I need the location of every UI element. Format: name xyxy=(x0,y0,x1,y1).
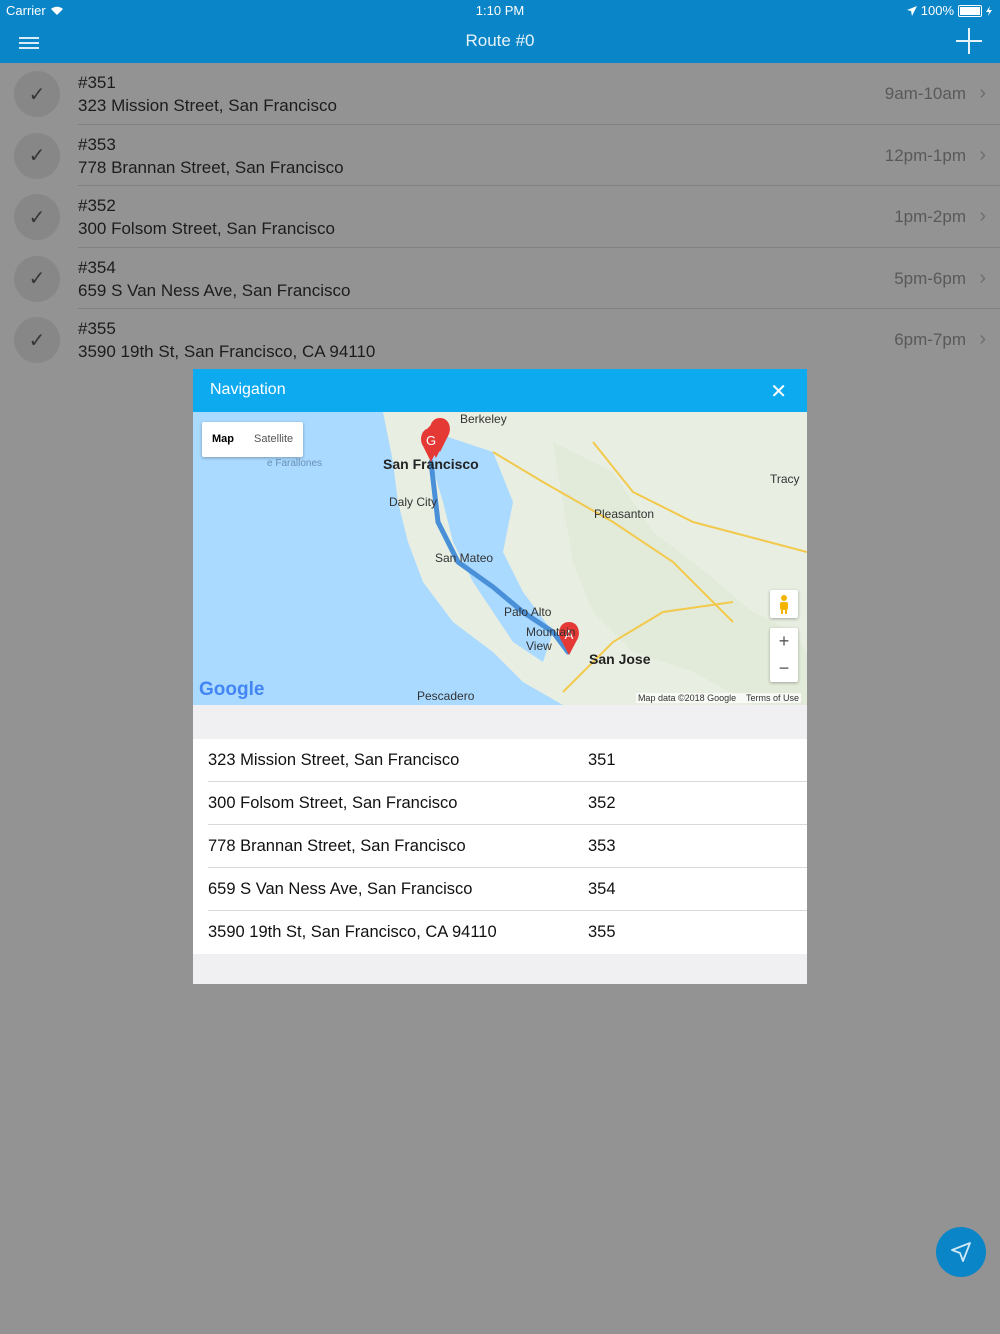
navigation-modal: Navigation ✕ A G Berkeley San Francisco xyxy=(193,369,807,984)
table-address: 778 Brannan Street, San Francisco xyxy=(208,837,466,855)
map-label-mountain-view: Mountain View xyxy=(526,625,576,653)
map-label-farallones: e Farallones xyxy=(267,458,323,469)
battery-percent: 100% xyxy=(920,3,954,18)
table-row[interactable]: 323 Mission Street, San Francisco 351 xyxy=(193,739,807,782)
map-label-daly-city: Daly City xyxy=(389,495,438,509)
nav-bar: Route #0 xyxy=(0,20,1000,63)
google-logo-text: Google xyxy=(199,679,265,700)
map-attribution: Map data ©2018 Google Terms of Use xyxy=(635,693,801,703)
location-arrow-icon xyxy=(906,5,917,16)
zoom-controls: + − xyxy=(770,628,798,682)
map-label-pescadero: Pescadero xyxy=(417,689,475,703)
modal-title: Navigation xyxy=(210,381,286,398)
attribution-text: Map data ©2018 Google xyxy=(637,693,737,703)
table-stop-id: 352 xyxy=(588,794,616,812)
table-stop-id: 355 xyxy=(588,923,616,941)
battery-icon xyxy=(958,4,982,17)
map-label-palo-alto: Palo Alto xyxy=(504,605,552,619)
route-map[interactable]: A G Berkeley San Francisco e Farallones … xyxy=(193,412,807,705)
table-stop-id: 354 xyxy=(588,880,616,898)
table-address: 3590 19th St, San Francisco, CA 94110 xyxy=(208,923,497,941)
stop-table: 323 Mission Street, San Francisco 351 30… xyxy=(193,739,807,954)
map-label-san-jose: San Jose xyxy=(589,651,651,667)
map-toggle-satellite[interactable]: Satellite xyxy=(244,422,303,457)
terms-of-use-link[interactable]: Terms of Use xyxy=(746,693,799,703)
navigation-arrow-icon xyxy=(951,1242,971,1262)
zoom-in-button[interactable]: + xyxy=(770,628,798,655)
table-address: 659 S Van Ness Ave, San Francisco xyxy=(208,880,473,898)
table-address: 323 Mission Street, San Francisco xyxy=(208,751,460,769)
table-row[interactable]: 300 Folsom Street, San Francisco 352 xyxy=(193,782,807,825)
street-view-pegman-icon[interactable] xyxy=(770,590,798,618)
map-type-toggle: Map Satellite xyxy=(202,422,304,457)
table-row[interactable]: 778 Brannan Street, San Francisco 353 xyxy=(193,825,807,868)
status-time: 1:10 PM xyxy=(475,3,525,18)
page-title: Route #0 xyxy=(465,31,535,50)
map-label-san-francisco: San Francisco xyxy=(383,456,479,472)
map-label-pleasanton: Pleasanton xyxy=(594,507,655,521)
map-label-berkeley: Berkeley xyxy=(460,412,507,426)
table-stop-id: 351 xyxy=(588,751,616,769)
navigate-fab-button[interactable] xyxy=(936,1227,986,1277)
table-row[interactable]: 3590 19th St, San Francisco, CA 94110 35… xyxy=(193,911,807,954)
map-label-tracy: Tracy xyxy=(770,472,800,486)
table-row[interactable]: 659 S Van Ness Ave, San Francisco 354 xyxy=(193,868,807,911)
zoom-out-button[interactable]: − xyxy=(770,655,798,682)
modal-header: Navigation ✕ xyxy=(193,369,807,412)
table-stop-id: 353 xyxy=(588,837,616,855)
google-logo: Google xyxy=(199,679,264,701)
status-bar: Carrier 1:10 PM 100% xyxy=(0,0,1000,20)
map-label-san-mateo: San Mateo xyxy=(435,551,494,565)
marker-g-label: G xyxy=(426,433,436,448)
add-button[interactable] xyxy=(956,28,982,54)
map-toggle-map[interactable]: Map xyxy=(202,422,244,457)
table-address: 300 Folsom Street, San Francisco xyxy=(208,794,458,812)
charging-icon xyxy=(986,5,992,16)
close-icon[interactable]: ✕ xyxy=(770,379,787,404)
